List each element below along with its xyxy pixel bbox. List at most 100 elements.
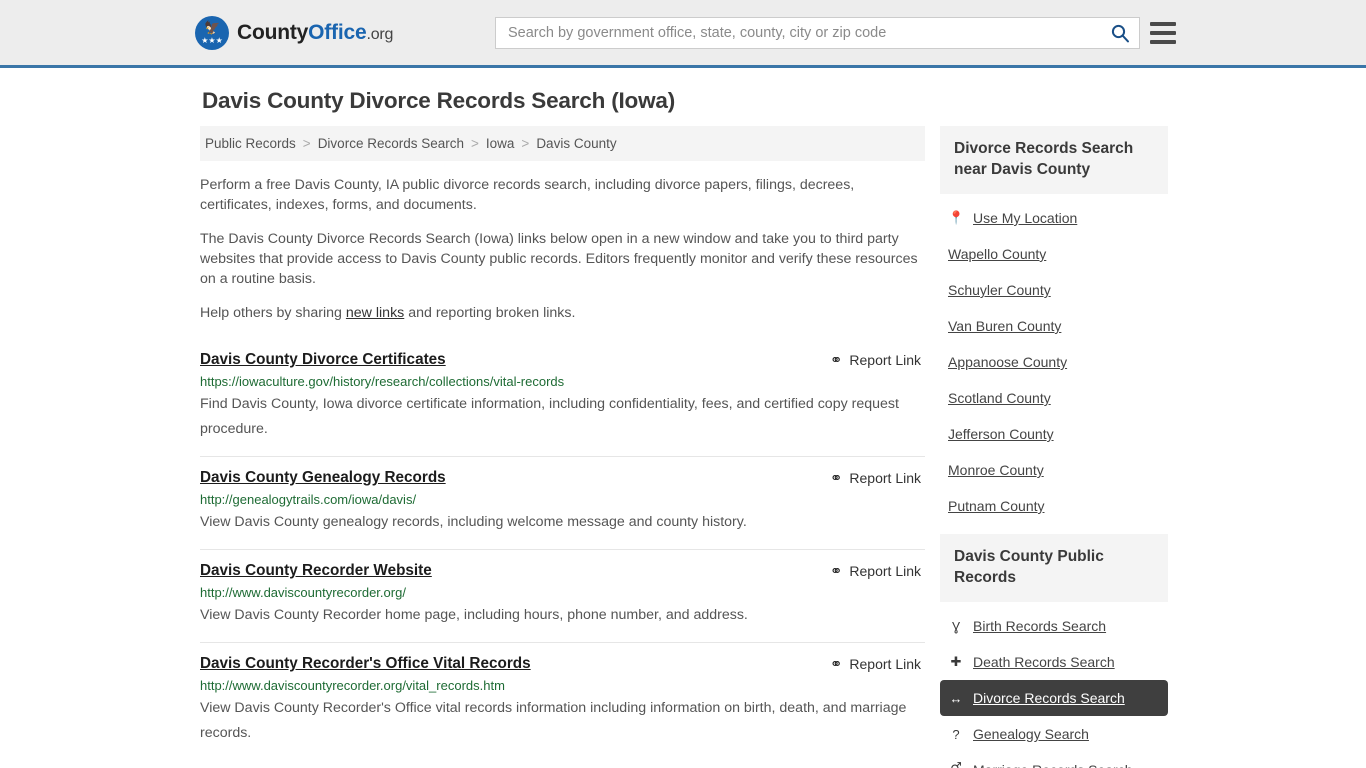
sidebar-item-putnam-county[interactable]: Putnam County (940, 488, 1168, 524)
breadcrumb-item-public-records[interactable]: Public Records (205, 136, 296, 151)
sidebar-item-birth-records-search[interactable]: Ɣ Birth Records Search (940, 608, 1168, 644)
broken-link-icon: ⚭ (829, 562, 843, 580)
result-url[interactable]: https://iowaculture.gov/history/research… (200, 374, 925, 389)
sidebar-item-scotland-county[interactable]: Scotland County (940, 380, 1168, 416)
result-url[interactable]: http://genealogytrails.com/iowa/davis/ (200, 492, 925, 507)
logo-text-org: .org (366, 25, 394, 43)
sidebar-item-label[interactable]: Birth Records Search (973, 618, 1106, 634)
result-description: View Davis County genealogy records, inc… (200, 514, 747, 530)
sidebar-item-label[interactable]: Appanoose County (948, 354, 1067, 370)
search-icon (1111, 24, 1129, 42)
search-input[interactable] (496, 17, 1101, 48)
sidebar-item-use-my-location[interactable]: 📍 Use My Location (940, 200, 1168, 236)
result-description: View Davis County Recorder home page, in… (200, 607, 748, 623)
report-link-button[interactable]: ⚭ Report Link (830, 562, 921, 579)
sidebar-item-genealogy-search[interactable]: ? Genealogy Search (940, 716, 1168, 752)
sidebar-item-marriage-records-search[interactable]: ⚥ Marriage Records Search (940, 752, 1168, 768)
public-records-panel-list: Ɣ Birth Records Search ✚ Death Records S… (940, 602, 1168, 768)
breadcrumb-separator: > (302, 136, 311, 151)
cross-icon: ✚ (950, 654, 962, 669)
result-title-link[interactable]: Davis County Divorce Certificates (200, 351, 446, 369)
breadcrumb-item-divorce-records-search[interactable]: Divorce Records Search (318, 136, 464, 151)
report-link-label: Report Link (849, 352, 921, 368)
result-description: View Davis County Recorder's Office vita… (200, 700, 907, 741)
intro-paragraph-1: Perform a free Davis County, IA public d… (200, 177, 855, 213)
sidebar-item-label[interactable]: Putnam County (948, 498, 1045, 514)
result-header: Davis County Genealogy Records ⚭ Report … (200, 469, 925, 487)
nearby-panel-list: 📍 Use My Location Wapello County Schuyle… (940, 194, 1168, 524)
site-logo[interactable]: 🦅 ★★★ CountyOffice.org (195, 15, 393, 50)
sidebar-item-wapello-county[interactable]: Wapello County (940, 236, 1168, 272)
breadcrumb-item-davis-county[interactable]: Davis County (536, 136, 616, 151)
intro-paragraph-2: The Davis County Divorce Records Search … (200, 231, 918, 287)
result-header: Davis County Recorder Website ⚭ Report L… (200, 562, 925, 580)
main-content: Public Records > Divorce Records Search … (200, 126, 925, 760)
broken-link-icon: ⚭ (829, 655, 843, 673)
result-title-link[interactable]: Davis County Recorder Website (200, 562, 432, 580)
sidebar-item-divorce-records-search[interactable]: ↔ Divorce Records Search (940, 680, 1168, 716)
breadcrumb-separator: > (471, 136, 479, 151)
result-title-link[interactable]: Davis County Genealogy Records (200, 469, 446, 487)
breadcrumb-separator: > (521, 136, 530, 151)
location-pin-icon: 📍 (948, 210, 965, 225)
report-link-button[interactable]: ⚭ Report Link (830, 469, 921, 486)
report-link-button[interactable]: ⚭ Report Link (830, 351, 921, 368)
help-suffix: and reporting broken links. (404, 305, 576, 321)
result-item: Davis County Genealogy Records ⚭ Report … (200, 456, 925, 549)
sidebar-item-label[interactable]: Genealogy Search (973, 726, 1089, 742)
sidebar-item-label[interactable]: Divorce Records Search (973, 690, 1125, 706)
sidebar-item-label[interactable]: Van Buren County (948, 318, 1061, 334)
baby-icon: Ɣ (951, 618, 961, 634)
sidebar-item-label[interactable]: Scotland County (948, 390, 1051, 406)
broken-link-icon: ⚭ (829, 351, 843, 369)
search-bar (495, 16, 1140, 49)
broken-link-icon: ⚭ (829, 469, 843, 487)
result-item: Davis County Recorder's Office Vital Rec… (200, 642, 925, 760)
sidebar-item-appanoose-county[interactable]: Appanoose County (940, 344, 1168, 380)
help-prefix: Help others by sharing (200, 305, 346, 321)
sidebar-item-label[interactable]: Schuyler County (948, 282, 1051, 298)
result-url[interactable]: http://www.daviscountyrecorder.org/vital… (200, 678, 925, 693)
public-records-panel-heading: Davis County Public Records (940, 534, 1168, 602)
sidebar-item-label[interactable]: Monroe County (948, 462, 1044, 478)
intro-paragraph-help: Help others by sharing new links and rep… (200, 303, 918, 323)
eagle-seal-icon: 🦅 ★★★ (195, 15, 229, 50)
page-title: Davis County Divorce Records Search (Iow… (202, 88, 675, 113)
result-item: Davis County Divorce Certificates ⚭ Repo… (200, 347, 925, 456)
sidebar-item-label[interactable]: Marriage Records Search (973, 762, 1133, 768)
sidebar-item-label[interactable]: Use My Location (973, 210, 1077, 226)
report-link-label: Report Link (849, 470, 921, 486)
nearby-searches-panel: Divorce Records Search near Davis County… (940, 126, 1168, 524)
result-item: Davis County Recorder Website ⚭ Report L… (200, 549, 925, 642)
breadcrumb: Public Records > Divorce Records Search … (200, 126, 925, 161)
results-list: Davis County Divorce Certificates ⚭ Repo… (200, 347, 925, 760)
search-button[interactable] (1101, 18, 1139, 48)
nearby-panel-heading: Divorce Records Search near Davis County (940, 126, 1168, 194)
hamburger-menu-icon[interactable] (1150, 21, 1176, 44)
question-mark-icon: ? (952, 726, 960, 742)
sidebar-item-van-buren-county[interactable]: Van Buren County (940, 308, 1168, 344)
new-links-link[interactable]: new links (346, 305, 404, 321)
sidebar-item-label[interactable]: Death Records Search (973, 654, 1115, 670)
intro-text: Perform a free Davis County, IA public d… (200, 175, 925, 323)
result-url[interactable]: http://www.daviscountyrecorder.org/ (200, 585, 925, 600)
sidebar: Divorce Records Search near Davis County… (940, 126, 1168, 768)
gender-symbols-icon: ⚥ (948, 762, 964, 768)
sidebar-item-schuyler-county[interactable]: Schuyler County (940, 272, 1168, 308)
logo-text: CountyOffice.org (237, 21, 393, 45)
result-title-link[interactable]: Davis County Recorder's Office Vital Rec… (200, 655, 531, 673)
report-link-label: Report Link (849, 563, 921, 579)
sidebar-item-label[interactable]: Wapello County (948, 246, 1046, 262)
sidebar-item-jefferson-county[interactable]: Jefferson County (940, 416, 1168, 452)
logo-text-office: Office (308, 20, 367, 44)
result-header: Davis County Divorce Certificates ⚭ Repo… (200, 351, 925, 369)
logo-text-county: County (237, 20, 309, 44)
sidebar-item-monroe-county[interactable]: Monroe County (940, 452, 1168, 488)
sidebar-item-label[interactable]: Jefferson County (948, 426, 1054, 442)
result-description: Find Davis County, Iowa divorce certific… (200, 396, 899, 437)
report-link-button[interactable]: ⚭ Report Link (830, 655, 921, 672)
split-arrow-icon: ↔ (949, 690, 963, 706)
report-link-label: Report Link (849, 656, 921, 672)
breadcrumb-item-iowa[interactable]: Iowa (486, 136, 515, 151)
sidebar-item-death-records-search[interactable]: ✚ Death Records Search (940, 644, 1168, 680)
